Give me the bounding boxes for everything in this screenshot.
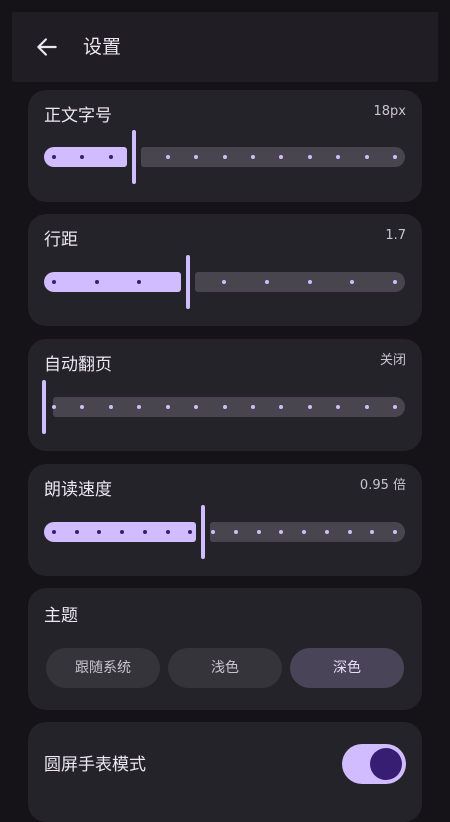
slider-step-dot: [211, 530, 216, 534]
slider-step-dot: [279, 155, 284, 159]
font-size-slider[interactable]: [28, 90, 422, 202]
back-button[interactable]: [34, 34, 60, 60]
toggle-knob: [370, 748, 402, 780]
slider-step-dot: [165, 155, 170, 159]
arrow-left-icon: [37, 38, 57, 56]
slider-handle[interactable]: [200, 505, 205, 559]
slider-step-dot: [233, 530, 238, 534]
slider-step-dot: [222, 405, 227, 409]
slider-step-dot: [307, 155, 312, 159]
slider-step-dot: [393, 405, 397, 409]
slider-step-dot: [279, 530, 284, 534]
slider-step-dot: [52, 530, 56, 534]
slider-step-dot: [336, 405, 341, 409]
slider-inactive-track: [195, 272, 405, 292]
round-watch-toggle[interactable]: [342, 744, 406, 784]
slider-step-dot: [279, 405, 284, 409]
slider-step-dot: [137, 280, 142, 284]
slider-inactive-track: [209, 522, 405, 542]
auto-page-slider[interactable]: [28, 339, 422, 451]
slider-step-dot: [52, 155, 56, 159]
round-watch-label: 圆屏手表模式: [44, 755, 146, 775]
slider-step-dot: [392, 530, 397, 534]
page-title: 设置: [83, 36, 122, 58]
slider-handle[interactable]: [186, 255, 191, 309]
slider-step-dot: [80, 405, 85, 409]
slider-step-dot: [336, 155, 341, 159]
slider-step-dot: [250, 155, 255, 159]
slider-step-dot: [52, 280, 56, 284]
slider-step-dot: [250, 405, 255, 409]
slider-step-dot: [74, 530, 79, 534]
font-size-card: 正文字号 18px: [28, 90, 422, 202]
slider-step-dot: [222, 280, 227, 284]
slider-step-dot: [370, 530, 375, 534]
slider-step-dot: [108, 155, 113, 159]
slider-step-dot: [347, 530, 352, 534]
slider-step-dot: [302, 530, 307, 534]
slider-step-dot: [364, 155, 369, 159]
slider-step-dot: [350, 280, 355, 284]
slider-handle[interactable]: [132, 130, 137, 184]
slider-step-dot: [142, 530, 147, 534]
slider-handle[interactable]: [42, 380, 46, 434]
slider-step-dot: [393, 155, 397, 159]
slider-step-dot: [165, 405, 170, 409]
slider-step-dot: [120, 530, 125, 534]
theme-option-light[interactable]: 浅色: [168, 648, 282, 688]
slider-step-dot: [52, 405, 56, 409]
slider-step-dot: [94, 280, 99, 284]
theme-card: 主题 跟随系统 浅色 深色: [28, 588, 422, 710]
slider-step-dot: [392, 280, 397, 284]
slider-step-dot: [307, 405, 312, 409]
auto-page-card: 自动翻页 关闭: [28, 339, 422, 451]
slider-inactive-track: [52, 397, 405, 417]
line-spacing-card: 行距 1.7: [28, 214, 422, 326]
slider-step-dot: [108, 405, 113, 409]
slider-step-dot: [324, 530, 329, 534]
slider-step-dot: [165, 530, 170, 534]
line-spacing-slider[interactable]: [28, 214, 422, 326]
slider-step-dot: [194, 405, 199, 409]
slider-step-dot: [307, 280, 312, 284]
tts-speed-slider[interactable]: [28, 464, 422, 576]
slider-step-dot: [97, 530, 102, 534]
slider-step-dot: [137, 405, 142, 409]
slider-active-track: [44, 522, 196, 542]
theme-label: 主题: [44, 606, 78, 626]
tts-speed-card: 朗读速度 0.95 倍: [28, 464, 422, 576]
slider-step-dot: [222, 155, 227, 159]
theme-option-dark[interactable]: 深色: [290, 648, 404, 688]
slider-step-dot: [265, 280, 270, 284]
top-app-bar: 设置: [12, 12, 438, 82]
slider-active-track: [44, 272, 182, 292]
theme-option-system[interactable]: 跟随系统: [46, 648, 160, 688]
slider-step-dot: [194, 155, 199, 159]
slider-step-dot: [364, 405, 369, 409]
round-watch-card: 圆屏手表模式: [28, 722, 422, 822]
slider-step-dot: [188, 530, 193, 534]
slider-active-track: [44, 147, 128, 167]
slider-step-dot: [80, 155, 85, 159]
slider-step-dot: [256, 530, 261, 534]
slider-inactive-track: [141, 147, 405, 167]
